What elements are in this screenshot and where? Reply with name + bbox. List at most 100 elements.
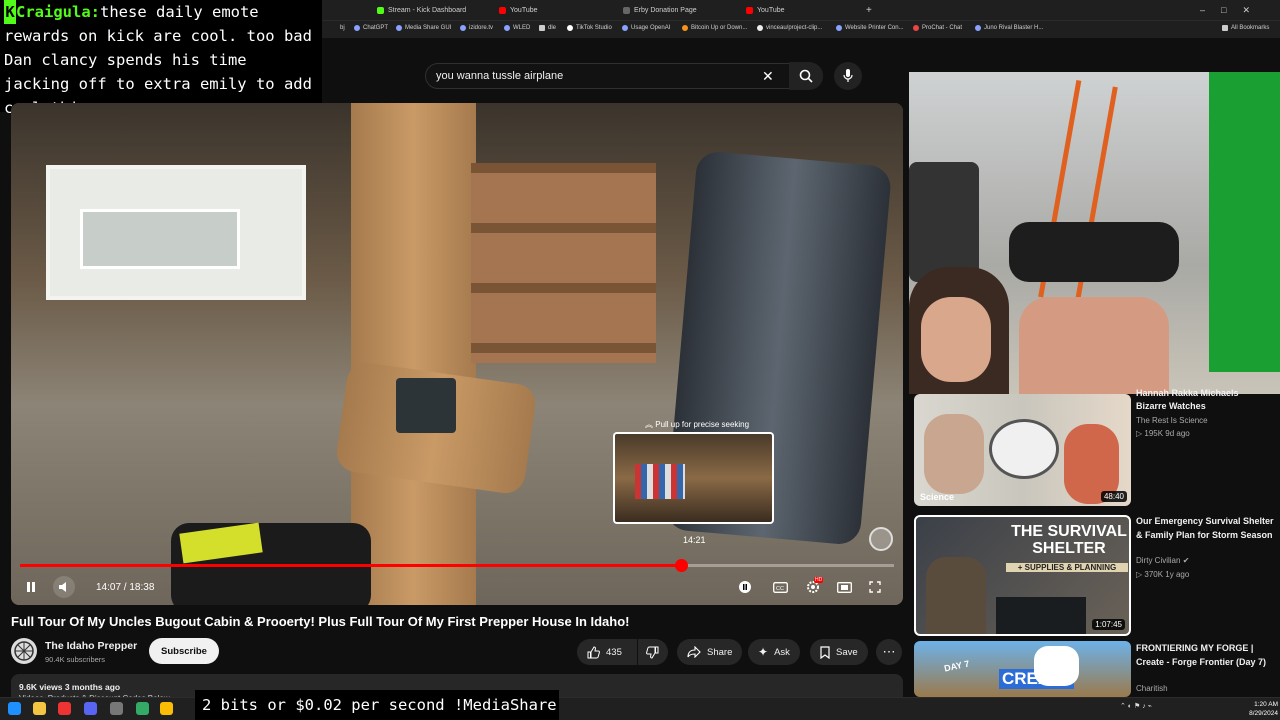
webcam-overlay bbox=[909, 72, 1280, 394]
bookmark-prochat[interactable]: ProChat - Chat bbox=[913, 25, 962, 31]
bookmark-bitcoin[interactable]: Bitcoin Up or Down... bbox=[682, 25, 747, 31]
obs-icon[interactable] bbox=[110, 702, 123, 715]
hd-badge: HD bbox=[814, 577, 824, 583]
bookmark-icon bbox=[820, 645, 830, 659]
close-window-icon[interactable]: ✕ bbox=[1242, 5, 1250, 16]
views-and-date: 9.6K views 3 months ago bbox=[19, 682, 121, 692]
bookmark-juno[interactable]: Juno Rival Blaster H... bbox=[975, 25, 1043, 31]
folder-icon bbox=[539, 25, 545, 31]
kick-icon bbox=[377, 6, 384, 14]
compass-icon bbox=[14, 641, 34, 661]
pause-icon bbox=[27, 582, 35, 592]
share-button[interactable]: Share bbox=[677, 639, 743, 665]
like-button[interactable]: 435 bbox=[577, 639, 637, 665]
github-icon bbox=[757, 25, 763, 31]
system-tray[interactable]: ⌃ ◐ ⚑ ♪ ⌁ bbox=[1120, 702, 1240, 715]
bookmark-media-share[interactable]: Media Share GUI bbox=[396, 25, 451, 31]
app-icon[interactable] bbox=[136, 702, 149, 715]
progress-bar[interactable] bbox=[20, 559, 894, 572]
seek-preview-thumbnail bbox=[613, 432, 774, 524]
captions-button[interactable]: CC bbox=[773, 577, 788, 597]
time-display: 14:07 / 18:38 bbox=[96, 581, 155, 593]
clear-search-icon[interactable]: ✕ bbox=[762, 68, 774, 85]
progress-played bbox=[20, 564, 681, 567]
miniplayer-icon bbox=[837, 581, 852, 593]
recommendation-3-channel: Charitish bbox=[1136, 684, 1168, 693]
video-battery bbox=[396, 378, 456, 433]
globe-icon bbox=[975, 25, 981, 31]
recommendation-1-duration: 48:40 bbox=[1100, 491, 1127, 502]
tab-donation-page[interactable]: Erby Donation Page bbox=[623, 3, 697, 17]
recommendation-1[interactable]: Science 48:40 Hannah Rakka Michaels Biza… bbox=[914, 388, 1280, 510]
bookmark-wled[interactable]: WLED bbox=[504, 25, 530, 31]
save-button[interactable]: Save bbox=[810, 639, 868, 665]
search-button[interactable] bbox=[789, 62, 823, 90]
youtube-icon bbox=[746, 6, 753, 14]
recommendation-2-thumbnail: THE SURVIVAL SHELTER + SUPPLIES & PLANNI… bbox=[914, 515, 1131, 636]
globe-icon bbox=[460, 25, 466, 31]
globe-icon bbox=[396, 25, 402, 31]
sparkle-icon: ✦ bbox=[758, 645, 769, 659]
minimize-icon[interactable]: – bbox=[1200, 5, 1205, 15]
recommendation-2[interactable]: THE SURVIVAL SHELTER + SUPPLIES & PLANNI… bbox=[914, 515, 1280, 637]
all-bookmarks[interactable]: All Bookmarks bbox=[1222, 25, 1269, 31]
thumbs-down-icon bbox=[646, 646, 659, 659]
brave-icon[interactable] bbox=[58, 702, 71, 715]
tab-youtube-2[interactable]: YouTube bbox=[746, 3, 785, 17]
video-post bbox=[351, 103, 476, 605]
channel-avatar[interactable] bbox=[11, 638, 37, 664]
recommendation-1-title: Bizarre Watches bbox=[1136, 401, 1206, 411]
bookmark-dle[interactable]: dle bbox=[539, 25, 556, 31]
autoplay-toggle[interactable] bbox=[738, 577, 752, 597]
subscribe-button[interactable]: Subscribe bbox=[149, 638, 219, 664]
youtube-icon bbox=[499, 6, 506, 14]
tab-youtube-1[interactable]: YouTube bbox=[499, 3, 538, 17]
tab-kick-dashboard[interactable]: Stream - Kick Dashboard bbox=[377, 3, 466, 17]
svg-text:CC: CC bbox=[776, 586, 784, 592]
bookmark-bj[interactable]: bj bbox=[340, 25, 345, 31]
clock[interactable]: 1:20 AM 8/29/2024 bbox=[1240, 700, 1278, 718]
recommendation-3[interactable]: DAY 7 CREATE FRONTIERING MY FORGE | Crea… bbox=[914, 641, 1280, 697]
bookmark-github[interactable]: vinceau/project-clip... bbox=[757, 25, 822, 31]
share-icon bbox=[687, 646, 701, 658]
bookmark-tiktok[interactable]: TikTok Studio bbox=[567, 25, 612, 31]
seek-hint: ︽ Pull up for precise seeking bbox=[645, 420, 750, 429]
discord-icon[interactable] bbox=[84, 702, 97, 715]
more-horizontal-icon: ⋯ bbox=[882, 644, 896, 659]
chevron-up-icon: ︽ bbox=[645, 420, 656, 429]
captions-icon: CC bbox=[773, 581, 788, 593]
settings-button[interactable]: HD bbox=[806, 577, 824, 597]
new-tab-button[interactable]: + bbox=[866, 3, 872, 17]
prochat-icon bbox=[913, 25, 919, 31]
autoplay-icon bbox=[739, 581, 751, 593]
globe-icon bbox=[504, 25, 510, 31]
pause-button[interactable] bbox=[25, 577, 37, 597]
volume-button[interactable] bbox=[53, 576, 75, 598]
window-controls: – □ ✕ bbox=[1200, 3, 1250, 17]
windows-start-icon[interactable] bbox=[8, 702, 21, 715]
recommendation-2-title: Our Emergency Survival Shelter & Family … bbox=[1136, 516, 1274, 540]
file-explorer-icon[interactable] bbox=[33, 702, 46, 715]
webcam-greenscreen bbox=[1209, 72, 1280, 372]
volume-icon bbox=[59, 582, 66, 592]
chrome-icon[interactable] bbox=[160, 702, 173, 715]
dislike-button[interactable] bbox=[638, 639, 668, 665]
thumbs-up-icon bbox=[587, 645, 600, 658]
more-actions-button[interactable]: ⋯ bbox=[876, 639, 902, 665]
channel-name[interactable]: The Idaho Prepper bbox=[45, 640, 137, 652]
fullscreen-button[interactable] bbox=[869, 577, 881, 597]
bookmark-izidore[interactable]: izidore.tv bbox=[460, 25, 493, 31]
video-player[interactable]: ︽ Pull up for precise seeking 14:21 14:0… bbox=[11, 103, 903, 605]
bookmark-chatgpt[interactable]: ChatGPT bbox=[354, 25, 388, 31]
search-query: you wanna tussle airplane bbox=[436, 70, 564, 82]
webcam-bag bbox=[1009, 222, 1179, 282]
channel-watermark-icon[interactable] bbox=[869, 527, 893, 551]
progress-scrubber[interactable] bbox=[674, 559, 688, 572]
ask-button[interactable]: ✦ Ask bbox=[748, 639, 800, 665]
maximize-icon[interactable]: □ bbox=[1221, 5, 1226, 15]
bookmark-openai-usage[interactable]: Usage OpenAI bbox=[622, 25, 670, 31]
bookmark-website-printer[interactable]: Website Printer Con... bbox=[836, 25, 904, 31]
miniplayer-button[interactable] bbox=[837, 577, 852, 597]
tiktok-icon bbox=[567, 25, 573, 31]
voice-search-button[interactable] bbox=[834, 62, 862, 90]
